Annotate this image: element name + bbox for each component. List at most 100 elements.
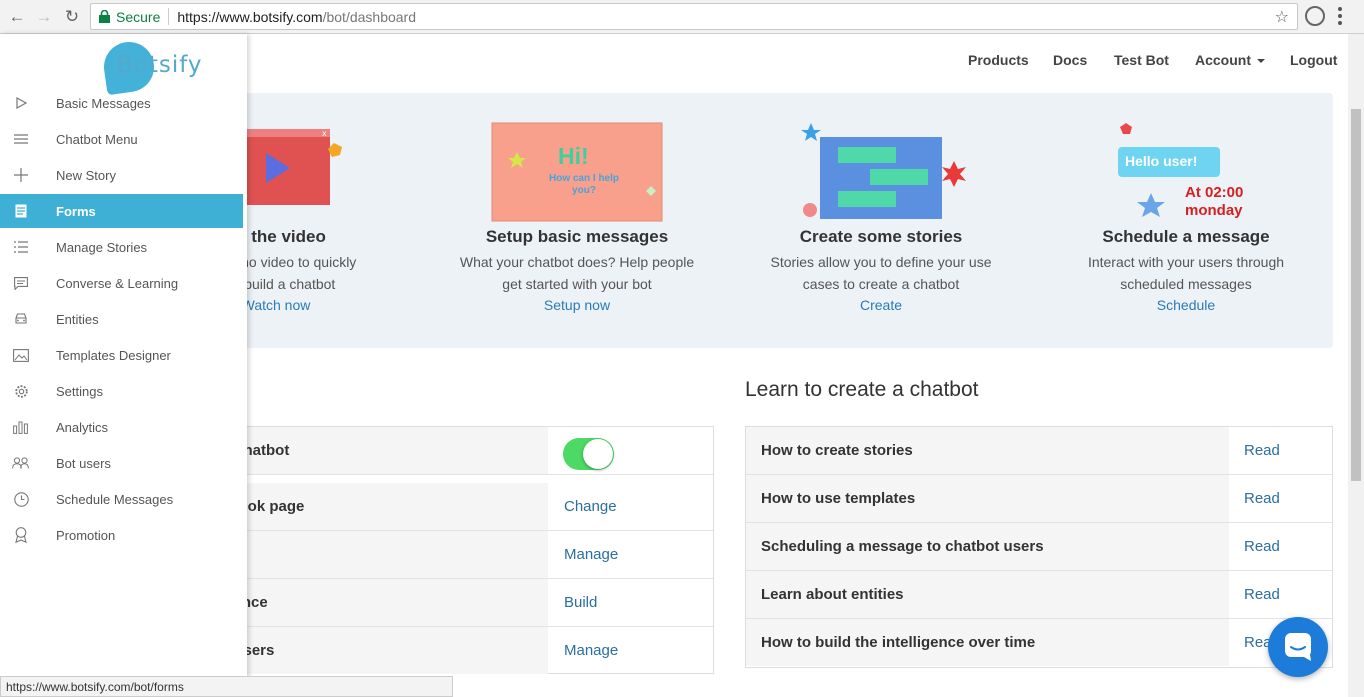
nav-account-label: Account xyxy=(1195,52,1251,68)
nav-products[interactable]: Products xyxy=(968,52,1029,68)
secure-indicator[interactable]: Secure xyxy=(91,9,160,25)
url-path: /bot/dashboard xyxy=(322,8,416,25)
bar-chart-icon xyxy=(0,421,56,434)
read-link[interactable]: Read xyxy=(1229,523,1280,570)
table-row: ligence Build xyxy=(201,579,713,627)
sidebar-item-basic-messages[interactable]: Basic Messages xyxy=(0,86,243,120)
sidebar-item-label: Chatbot Menu xyxy=(56,131,138,147)
chatbot-toggle[interactable] xyxy=(563,438,614,470)
status-url: https://www.botsify.com/bot/forms xyxy=(0,676,453,697)
table-row: How to build the intelligence over time … xyxy=(746,619,1332,667)
card-text-basic-2: get started with your bot xyxy=(502,276,652,292)
table-row: How to use templates Read xyxy=(746,475,1332,523)
scrollbar-thumb[interactable] xyxy=(1351,109,1361,481)
sidebar-item-manage-stories[interactable]: Manage Stories xyxy=(0,230,243,264)
toggle-knob xyxy=(583,439,613,469)
stories-illustration xyxy=(801,123,966,219)
secure-label: Secure xyxy=(116,8,161,25)
sidebar-item-converse-learning[interactable]: Converse & Learning xyxy=(0,266,243,300)
image-icon xyxy=(0,348,56,362)
page-scrollbar[interactable] xyxy=(1348,34,1364,697)
learn-row-label: How to create stories xyxy=(746,427,1229,474)
settings-table: ur chatbot tebook page Change ger Manage… xyxy=(200,426,714,674)
learn-row-label: Scheduling a message to chatbot users xyxy=(746,523,1229,570)
forward-icon[interactable]: → xyxy=(33,6,55,28)
sidebar-item-label: Analytics xyxy=(56,419,109,435)
play-icon xyxy=(0,97,56,109)
nav-test-bot[interactable]: Test Bot xyxy=(1114,52,1169,68)
document-icon xyxy=(0,204,56,218)
sidebar-item-label: Promotion xyxy=(56,527,116,543)
sidebar-item-settings[interactable]: Settings xyxy=(0,374,243,408)
hello-user-text: Hello user! xyxy=(1125,153,1198,169)
settings-row-label: ur chatbot xyxy=(201,427,548,474)
chevron-down-icon xyxy=(1257,59,1265,64)
sidebar-item-promotion[interactable]: Promotion xyxy=(0,518,243,552)
sidebar-item-label: Schedule Messages xyxy=(56,491,174,507)
read-link[interactable]: Rea xyxy=(1229,619,1272,666)
build-link[interactable]: Build xyxy=(549,579,597,626)
video-illustration: x xyxy=(238,129,342,205)
list-icon xyxy=(0,241,56,253)
svg-text:x: x xyxy=(322,129,327,138)
learn-row-label: How to build the intelligence over time xyxy=(746,619,1229,666)
address-bar[interactable]: Secure https://www.botsify.com/bot/dashb… xyxy=(90,3,1298,30)
sidebar-item-chatbot-menu[interactable]: Chatbot Menu xyxy=(0,122,243,156)
learn-row-label: Learn about entities xyxy=(746,571,1229,618)
nav-docs[interactable]: Docs xyxy=(1053,52,1087,68)
lock-icon xyxy=(99,10,110,23)
manage-users-link[interactable]: Manage xyxy=(549,627,618,674)
sidebar-item-label: Templates Designer xyxy=(56,347,171,363)
sidebar-item-label: Manage Stories xyxy=(56,239,148,255)
sidebar-item-forms[interactable]: Forms xyxy=(0,194,243,228)
learn-table: How to create stories Read How to use te… xyxy=(745,426,1333,668)
schedule-link[interactable]: Schedule xyxy=(1036,297,1336,313)
table-row: ur chatbot xyxy=(201,427,713,475)
sidebar-item-schedule-messages[interactable]: Schedule Messages xyxy=(0,482,243,516)
chat-launcher-button[interactable] xyxy=(1268,617,1328,677)
extension-icon[interactable] xyxy=(1305,6,1325,26)
logo[interactable]: Botsify xyxy=(117,52,203,78)
learn-row-label: How to use templates xyxy=(746,475,1229,522)
sidebar-item-entities[interactable]: Entities xyxy=(0,302,243,336)
bookmark-star-icon[interactable]: ☆ xyxy=(1275,7,1289,27)
card-title-schedule: Schedule a message xyxy=(1102,227,1270,246)
sidebar-item-templates-designer[interactable]: Templates Designer xyxy=(0,338,243,372)
chat-bubble-icon xyxy=(1285,633,1311,661)
nav-account[interactable]: Account xyxy=(1195,52,1265,68)
card-text-basic-1: What your chatbot does? Help people xyxy=(459,254,695,270)
help-text: How can I help you? xyxy=(548,173,619,196)
sidebar-item-analytics[interactable]: Analytics xyxy=(0,410,243,444)
chat-icon xyxy=(0,276,56,290)
read-link[interactable]: Read xyxy=(1229,427,1280,474)
sidebar-item-label: Bot users xyxy=(56,455,111,471)
award-icon xyxy=(0,527,56,543)
gear-icon xyxy=(0,384,56,399)
card-text-schedule-1: Interact with your users through xyxy=(1087,254,1285,270)
sidebar-item-label: New Story xyxy=(56,167,116,183)
browser-menu-icon[interactable] xyxy=(1338,7,1342,25)
change-link[interactable]: Change xyxy=(549,483,617,530)
manage-link[interactable]: Manage xyxy=(549,531,618,578)
read-link[interactable]: Read xyxy=(1229,475,1280,522)
sidebar-item-new-story[interactable]: New Story xyxy=(0,158,243,192)
card-title-basic-messages: Setup basic messages xyxy=(485,227,669,246)
card-title-stories: Create some stories xyxy=(799,227,963,246)
browser-toolbar: ← → ↻ Secure https://www.botsify.com/bot… xyxy=(0,0,1364,34)
setup-now-link[interactable]: Setup now xyxy=(427,297,727,313)
settings-row-label: ligence xyxy=(201,579,548,626)
sidebar-item-label: Entities xyxy=(56,311,99,327)
create-link[interactable]: Create xyxy=(731,297,1031,313)
car-icon xyxy=(0,313,56,325)
back-icon[interactable]: ← xyxy=(6,6,28,28)
table-row: Learn about entities Read xyxy=(746,571,1332,619)
table-row: ot users Manage xyxy=(201,627,713,675)
sidebar-item-label: Converse & Learning xyxy=(56,275,179,291)
table-row: ger Manage xyxy=(201,531,713,579)
reload-icon[interactable]: ↻ xyxy=(61,6,83,28)
sidebar-item-bot-users[interactable]: Bot users xyxy=(0,446,243,480)
nav-logout[interactable]: Logout xyxy=(1290,52,1337,68)
read-link[interactable]: Read xyxy=(1229,571,1280,618)
learn-title: Learn to create a chatbot xyxy=(745,378,979,401)
sidebar-item-label: Basic Messages xyxy=(56,95,151,111)
